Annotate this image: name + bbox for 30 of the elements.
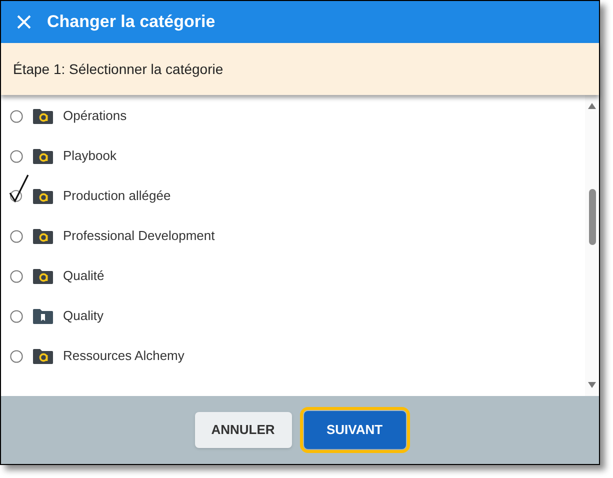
scroll-down-icon[interactable] (588, 382, 596, 388)
scrollbar[interactable] (585, 95, 599, 396)
radio-button[interactable] (10, 270, 23, 282)
folder-icon (33, 148, 53, 164)
radio-checked[interactable] (8, 172, 30, 202)
scrollbar-thumb[interactable] (588, 189, 596, 245)
radio-button[interactable] (10, 110, 23, 122)
folder-icon (33, 268, 53, 284)
folder-icon (33, 108, 53, 124)
cancel-button[interactable]: ANNULER (194, 412, 292, 448)
category-label[interactable]: Quality (63, 306, 104, 326)
radio-button[interactable] (10, 230, 23, 242)
folder-icon (33, 228, 53, 244)
radio-button[interactable] (10, 150, 23, 162)
folder-icon (33, 348, 53, 364)
category-label[interactable]: Qualité (63, 266, 104, 286)
folder-icon (33, 308, 53, 324)
category-label[interactable]: Ressources Alchemy (63, 346, 184, 366)
folder-icon (33, 188, 53, 204)
next-button[interactable]: SUIVANT (304, 411, 406, 449)
radio-button[interactable] (10, 350, 23, 362)
close-icon[interactable] (17, 15, 31, 29)
radio-button[interactable] (10, 310, 23, 322)
category-label[interactable]: Professional Development (63, 226, 215, 246)
category-label[interactable]: Production allégée (63, 186, 171, 206)
category-label[interactable]: Playbook (63, 146, 116, 166)
step-label: Étape 1: Sélectionner la catégorie (13, 60, 224, 79)
dialog-title: Changer la catégorie (47, 11, 216, 34)
category-label[interactable]: Opérations (63, 106, 127, 126)
scroll-up-icon[interactable] (588, 103, 596, 109)
